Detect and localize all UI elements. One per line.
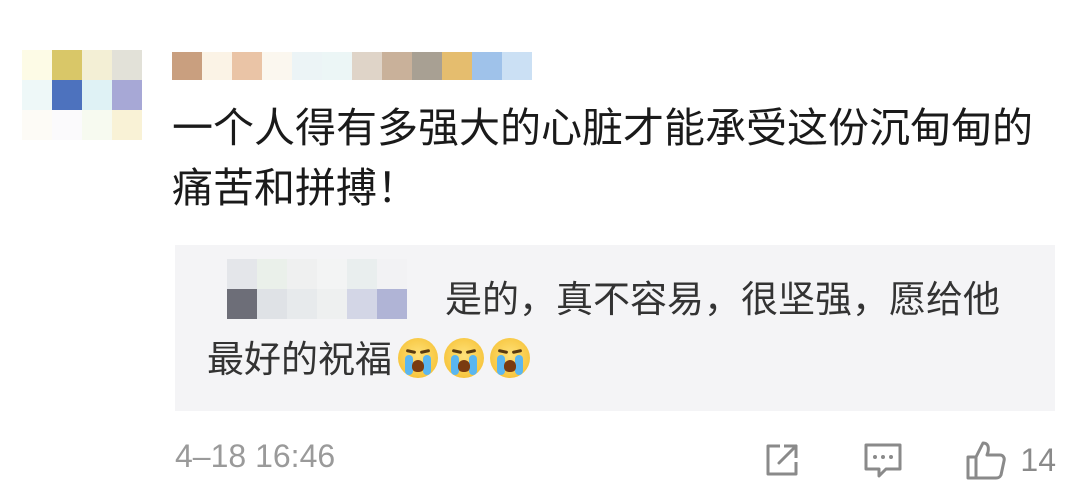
username-mosaic-pixel xyxy=(502,52,532,80)
crying-face-icon xyxy=(398,338,438,378)
avatar-mosaic-pixel xyxy=(112,80,142,110)
username-mosaic-pixel xyxy=(322,52,352,80)
comment-text: 一个人得有多强大的心脏才能承受这份沉甸甸的痛苦和拼搏！ xyxy=(172,104,1033,212)
avatar-mosaic-pixel xyxy=(22,110,52,140)
username-mosaic-pixel xyxy=(412,52,442,80)
reply-text: 是的，真不容易，很坚强，愿给他最好的祝福 xyxy=(207,270,1027,390)
avatar-mosaic-pixel xyxy=(112,110,142,140)
avatar-mosaic-pixel xyxy=(22,80,52,110)
username-mosaic-pixel xyxy=(232,52,262,80)
avatar-mosaic-pixel xyxy=(22,50,52,80)
action-bar: 14 xyxy=(702,436,1056,484)
username-mosaic-pixel xyxy=(352,52,382,80)
crying-face-icon xyxy=(444,338,484,378)
reply-text-content: 是的，真不容易，很坚强，愿给他最好的祝福 xyxy=(207,278,1000,381)
share-icon xyxy=(766,444,798,476)
comment-icon xyxy=(864,443,902,478)
username[interactable] xyxy=(172,52,532,80)
username-mosaic-pixel xyxy=(472,52,502,80)
comment-button[interactable] xyxy=(862,440,904,480)
thumbs-up-icon xyxy=(966,441,1007,480)
username-mosaic-pixel xyxy=(172,52,202,80)
avatar-mosaic-pixel xyxy=(52,50,82,80)
avatar-mosaic-pixel xyxy=(52,110,82,140)
avatar-mosaic-pixel xyxy=(82,80,112,110)
username-mosaic-pixel xyxy=(202,52,232,80)
reply-box[interactable]: 是的，真不容易，很坚强，愿给他最好的祝福 xyxy=(175,245,1055,411)
avatar-mosaic-pixel xyxy=(82,110,112,140)
avatar-mosaic-pixel xyxy=(82,50,112,80)
username-mosaic-pixel xyxy=(292,52,322,80)
share-button[interactable] xyxy=(762,440,802,480)
emoji-group xyxy=(392,338,530,381)
like-button[interactable]: 14 xyxy=(964,438,1056,482)
avatar-mosaic-pixel xyxy=(112,50,142,80)
like-count: 14 xyxy=(1020,441,1056,478)
timestamp: 4–18 16:46 xyxy=(175,438,336,474)
crying-face-icon xyxy=(490,338,530,378)
username-mosaic-pixel xyxy=(442,52,472,80)
username-mosaic-pixel xyxy=(382,52,412,80)
avatar-mosaic-pixel xyxy=(52,80,82,110)
avatar[interactable] xyxy=(22,50,142,140)
username-mosaic-pixel xyxy=(262,52,292,80)
